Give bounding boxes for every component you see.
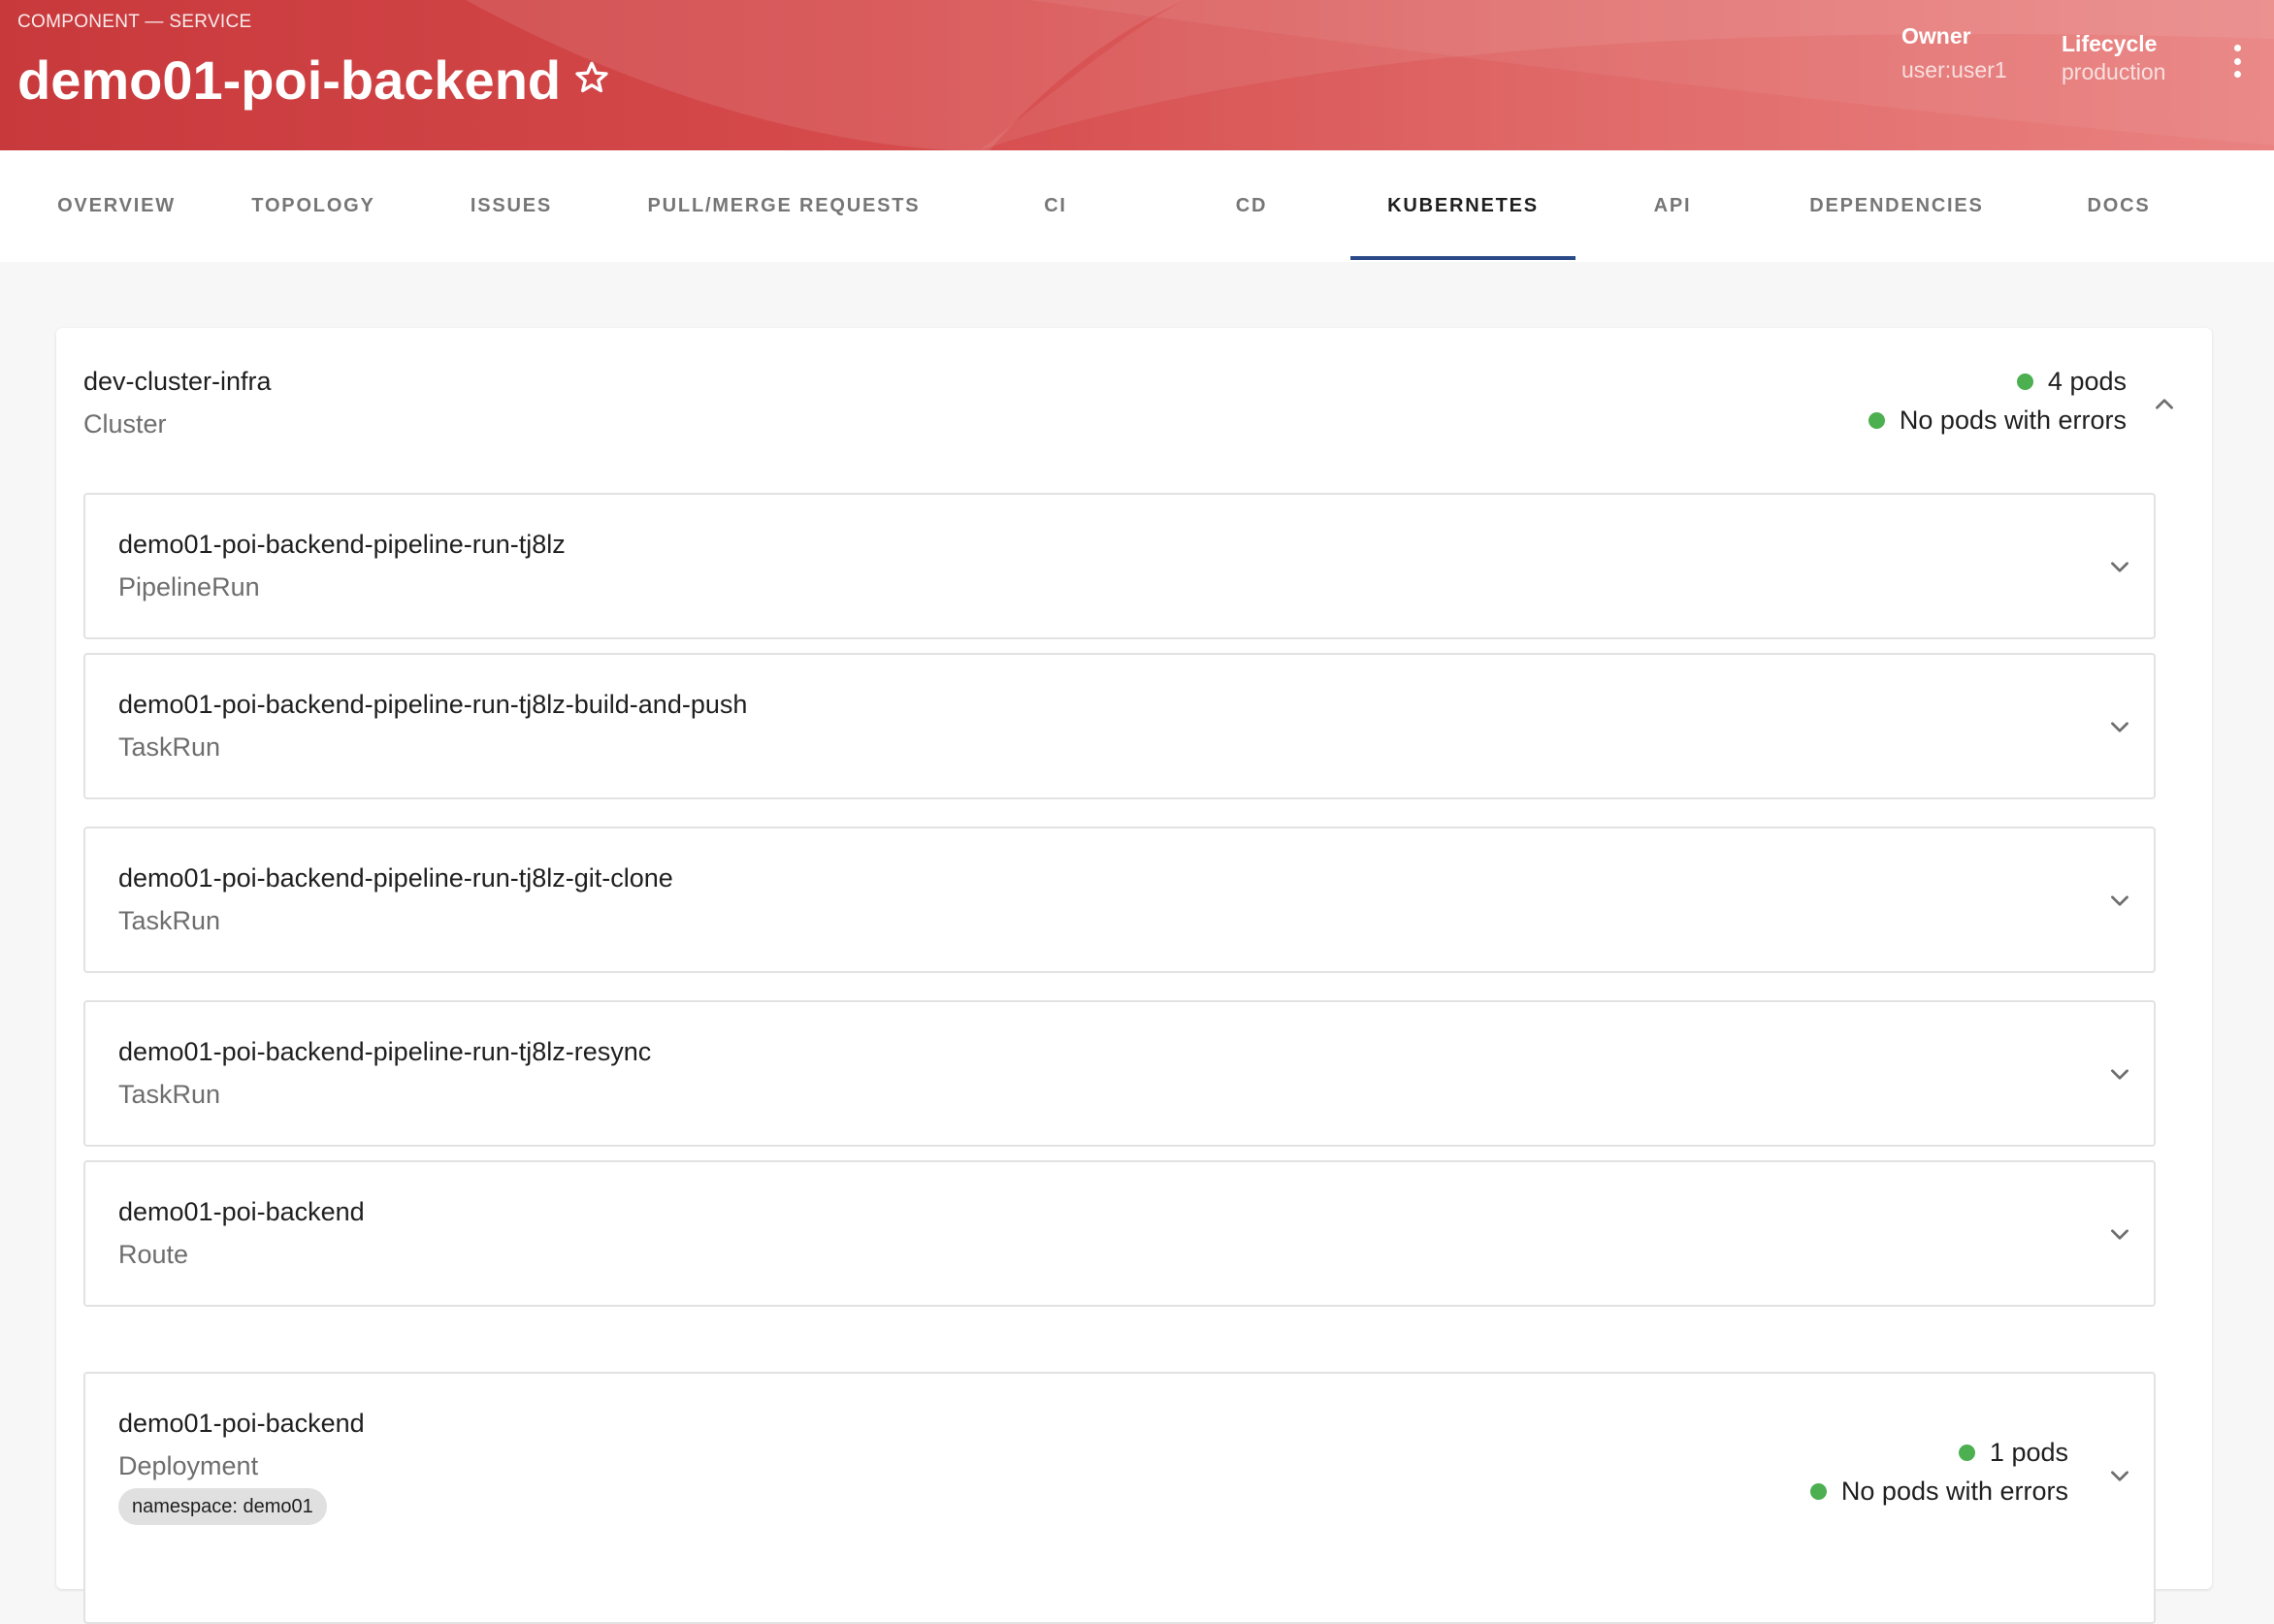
resource-name: demo01-poi-backend-pipeline-run-tj8lz xyxy=(118,530,566,559)
tab-issues[interactable]: ISSUES xyxy=(413,150,609,262)
cluster-pod-count: 4 pods xyxy=(2016,367,2127,397)
cluster-panel: dev-cluster-infra Cluster 4 pods No pods… xyxy=(56,328,2212,1624)
deployment-card[interactable]: demo01-poi-backend Deployment namespace:… xyxy=(83,1372,2156,1624)
chevron-down-icon[interactable] xyxy=(2107,888,2132,913)
tab-cd[interactable]: CD xyxy=(1153,150,1350,262)
tab-overview[interactable]: OVERVIEW xyxy=(19,150,213,262)
deployment-pods-text: 1 pods xyxy=(1989,1438,2068,1467)
resource-kind: Route xyxy=(118,1240,189,1269)
namespace-chip: namespace: demo01 xyxy=(118,1488,327,1525)
cluster-name: dev-cluster-infra xyxy=(83,367,272,396)
owner-label: Owner xyxy=(1901,23,1971,49)
tab-topology[interactable]: TOPOLOGY xyxy=(213,150,413,262)
resource-name: demo01-poi-backend xyxy=(118,1197,365,1226)
tab-ci[interactable]: CI xyxy=(958,150,1153,262)
tab-api[interactable]: API xyxy=(1576,150,1770,262)
resource-kind: TaskRun xyxy=(118,1080,221,1109)
resource-card[interactable]: demo01-poi-backend-pipeline-run-tj8lz Pi… xyxy=(83,493,2156,639)
tab-bar: OVERVIEW TOPOLOGY ISSUES PULL/MERGE REQU… xyxy=(0,150,2274,262)
resource-name: demo01-poi-backend-pipeline-run-tj8lz-gi… xyxy=(118,863,673,893)
resource-kind: TaskRun xyxy=(118,906,221,935)
tab-kubernetes[interactable]: KUBERNETES xyxy=(1350,150,1576,262)
star-icon[interactable] xyxy=(572,58,611,97)
deployment-error-status: No pods with errors xyxy=(1809,1477,2068,1507)
active-tab-indicator xyxy=(1350,256,1576,260)
lifecycle-info: Lifecycle production xyxy=(2062,31,2165,85)
cluster-pods-text: 4 pods xyxy=(2047,367,2127,396)
resource-kind: PipelineRun xyxy=(118,572,260,601)
lifecycle-value: production xyxy=(2062,59,2166,84)
status-ok-dot xyxy=(1868,412,1885,429)
chevron-down-icon[interactable] xyxy=(2107,554,2132,579)
tab-docs[interactable]: DOCS xyxy=(2024,150,2214,262)
breadcrumb: COMPONENT — SERVICE xyxy=(17,12,252,32)
cluster-type: Cluster xyxy=(83,409,167,438)
lifecycle-label: Lifecycle xyxy=(2062,31,2158,56)
entity-header: COMPONENT — SERVICE demo01-poi-backend O… xyxy=(0,0,2274,150)
status-ok-dot xyxy=(1958,1445,1975,1461)
deployment-kind: Deployment xyxy=(118,1451,259,1480)
owner-info: Owner user:user1 xyxy=(1901,23,2007,83)
resource-name: demo01-poi-backend-pipeline-run-tj8lz-bu… xyxy=(118,690,748,719)
resource-card[interactable]: demo01-poi-backend-pipeline-run-tj8lz-gi… xyxy=(83,827,2156,973)
deployment-pod-count: 1 pods xyxy=(1958,1438,2068,1468)
resource-card[interactable]: demo01-poi-backend-pipeline-run-tj8lz-re… xyxy=(83,1000,2156,1147)
chevron-up-icon[interactable] xyxy=(2152,392,2177,417)
tab-dependencies[interactable]: DEPENDENCIES xyxy=(1770,150,2024,262)
cluster-errors-text: No pods with errors xyxy=(1899,406,2127,435)
chevron-down-icon[interactable] xyxy=(2107,714,2132,739)
resource-card[interactable]: demo01-poi-backend Route xyxy=(83,1160,2156,1307)
owner-value[interactable]: user:user1 xyxy=(1901,57,2007,83)
deployment-name: demo01-poi-backend xyxy=(118,1409,365,1438)
cluster-error-status: No pods with errors xyxy=(1868,406,2127,436)
status-ok-dot xyxy=(2016,374,2033,390)
chevron-down-icon[interactable] xyxy=(2107,1463,2132,1488)
resource-card[interactable]: demo01-poi-backend-pipeline-run-tj8lz-bu… xyxy=(83,653,2156,799)
deployment-errors-text: No pods with errors xyxy=(1840,1477,2068,1506)
more-menu-icon[interactable] xyxy=(2225,45,2249,78)
resource-kind: TaskRun xyxy=(118,732,221,762)
page-title: demo01-poi-backend xyxy=(17,49,562,111)
tab-pull-merge-requests[interactable]: PULL/MERGE REQUESTS xyxy=(609,150,958,262)
status-ok-dot xyxy=(1809,1483,1827,1500)
resource-name: demo01-poi-backend-pipeline-run-tj8lz-re… xyxy=(118,1037,652,1066)
chevron-down-icon[interactable] xyxy=(2107,1221,2132,1247)
chevron-down-icon[interactable] xyxy=(2107,1061,2132,1087)
